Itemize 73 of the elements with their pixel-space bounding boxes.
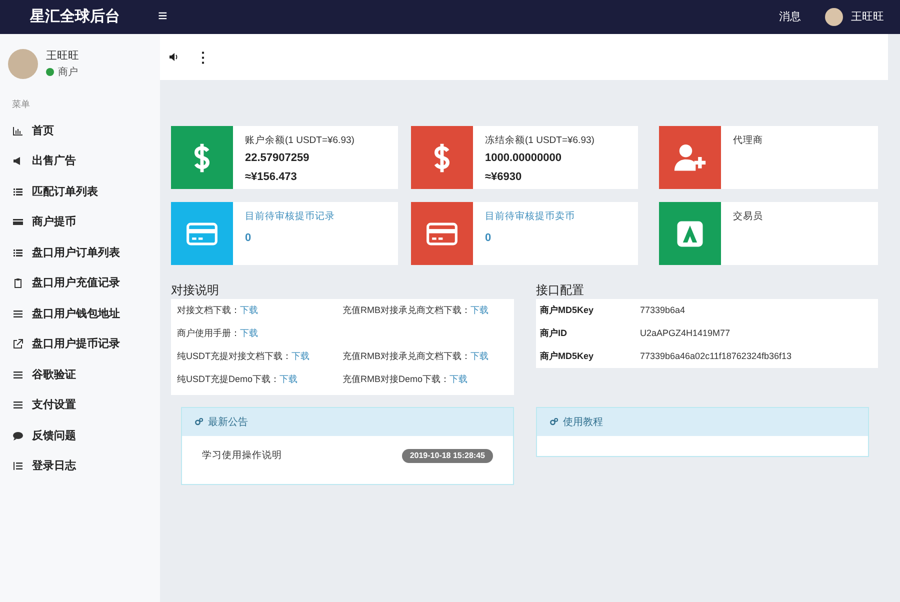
time-badge: 2019-10-18 15:28:45 [402,449,493,463]
sidebar-item[interactable]: 商户提币 [0,207,160,238]
sidebar-item[interactable]: 登录日志 [0,451,160,482]
user-menu-link[interactable]: 王旺旺 [851,8,884,26]
menu-icon [12,368,24,381]
gears-icon [194,417,204,427]
sidebar-item[interactable]: 首页 [0,116,160,146]
stat-label[interactable]: 目前待审核提币记录 [245,210,335,224]
doc-label: 纯USDT充提对接文档下载： [177,350,292,363]
stat-label[interactable]: 目前待审核提币卖币 [485,210,575,224]
menu-toggle-button[interactable]: ≡ [158,5,168,29]
download-link[interactable]: 下载 [470,350,488,364]
stat-label: 交易员 [733,210,763,224]
stat-value: 0 [485,231,492,246]
sidebar-item[interactable]: 盘口用户充值记录 [0,268,160,298]
sidebar-item[interactable]: 出售广告 [0,146,160,176]
download-link[interactable]: 下载 [292,350,310,364]
doc-label: 对接文档下载： [177,304,240,317]
messages-link[interactable]: 消息 [779,8,801,26]
app-title: 星汇全球后台 [28,6,121,27]
doc-label: 充值RMB对接承兑商文档下载： [342,304,470,317]
doc-label: 充值RMB对接承兑商文档下载： [342,350,470,363]
notice-item: 学习使用操作说明 [202,448,282,463]
download-link[interactable]: 下载 [470,304,488,318]
speaker-icon [168,51,180,63]
user-name: 王旺旺 [46,49,79,64]
doc-label: 纯USDT充提Demo下载： [177,372,280,386]
stat-label: 账户余额(1 USDT=¥6.93) [245,134,354,148]
menu-heading: 菜单 [11,98,31,111]
menu-icon [12,308,24,320]
config-label: 商户MD5Key [540,304,595,317]
doc-label: 充值RMB对接Demo下载： [342,372,450,386]
stat-value: ≈¥6930 [485,170,523,185]
sidebar-item[interactable]: 盘口用户钱包地址 [0,298,160,329]
config-label: 商户ID [540,326,568,340]
download-link[interactable]: 下载 [240,304,258,318]
bar-chart-icon [12,124,24,137]
gears-icon [549,417,559,427]
list-icon [12,246,24,259]
sidebar-item[interactable]: 匹配订单列表 [0,176,160,207]
stat-value: 1000.00000000 [485,151,562,166]
menu-icon [12,399,24,412]
avatar-icon [8,49,38,79]
stat-value: 22.57907259 [245,151,310,166]
list-icon [12,186,24,198]
more-button[interactable]: ⋮ [196,46,210,68]
download-link[interactable]: 下载 [450,372,468,386]
sidebar-item[interactable]: 盘口用户提币记录 [0,329,160,360]
clipboard-icon [12,277,24,290]
avatar-icon [825,8,843,26]
sidebar-item[interactable]: 反馈问题 [0,420,160,451]
stat-label: 代理商 [733,134,763,148]
sidebar-item[interactable]: 谷歌验证 [0,360,160,390]
speech-bubble-icon [12,430,24,442]
config-label: 商户MD5Key [540,350,595,363]
sidebar-item[interactable]: 盘口用户订单列表 [0,238,160,268]
download-link[interactable]: 下载 [280,372,298,386]
doc-label: 商户使用手册： [177,326,240,340]
download-link[interactable]: 下载 [240,326,258,340]
config-value: U2aAPGZ4H1419M77 [640,326,730,340]
external-link-icon [12,338,24,350]
section-title: 接口配置 [536,282,585,299]
panel-title: 使用教程 [563,416,603,430]
config-value: 77339b6a4 [640,304,686,317]
stat-label: 冻结余额(1 USDT=¥6.93) [485,134,594,148]
user-role: 商户 [58,66,78,80]
config-value: 77339b6a46a02c11f18762324fb36f13 [640,350,792,363]
list-icon [12,460,24,472]
section-title: 对接说明 [171,282,220,299]
sidebar-item[interactable]: 支付设置 [0,390,160,420]
panel-title: 最新公告 [208,416,248,430]
stat-value: 0 [245,231,252,246]
stat-value: ≈¥156.473 [245,170,298,185]
